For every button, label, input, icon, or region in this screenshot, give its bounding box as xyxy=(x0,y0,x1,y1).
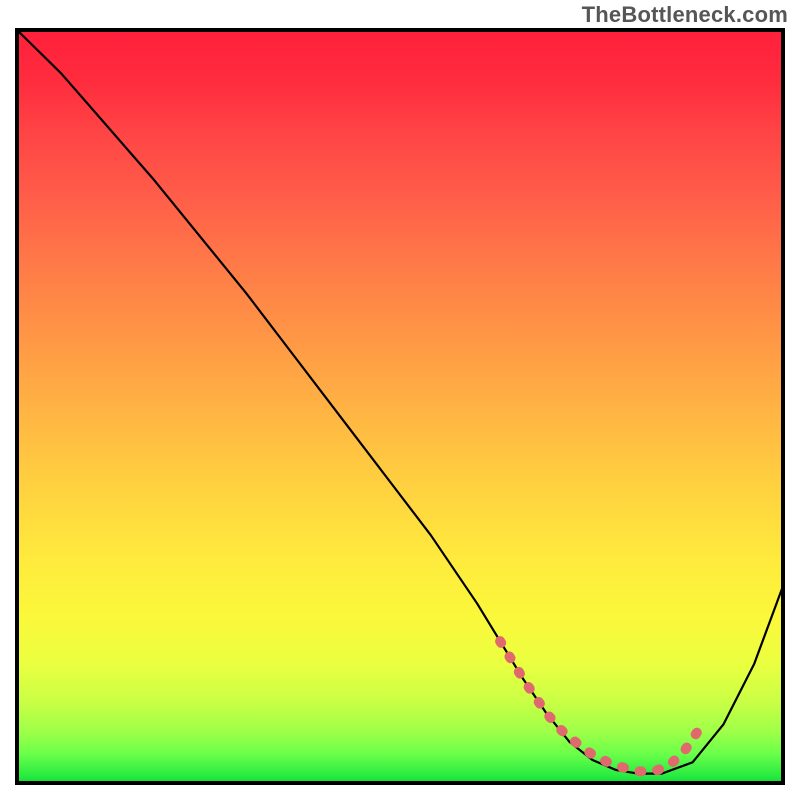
plot-area xyxy=(15,28,785,785)
chart-container: TheBottleneck.com xyxy=(0,0,800,800)
watermark-text: TheBottleneck.com xyxy=(582,2,788,28)
value-gradient-surface xyxy=(15,28,785,785)
